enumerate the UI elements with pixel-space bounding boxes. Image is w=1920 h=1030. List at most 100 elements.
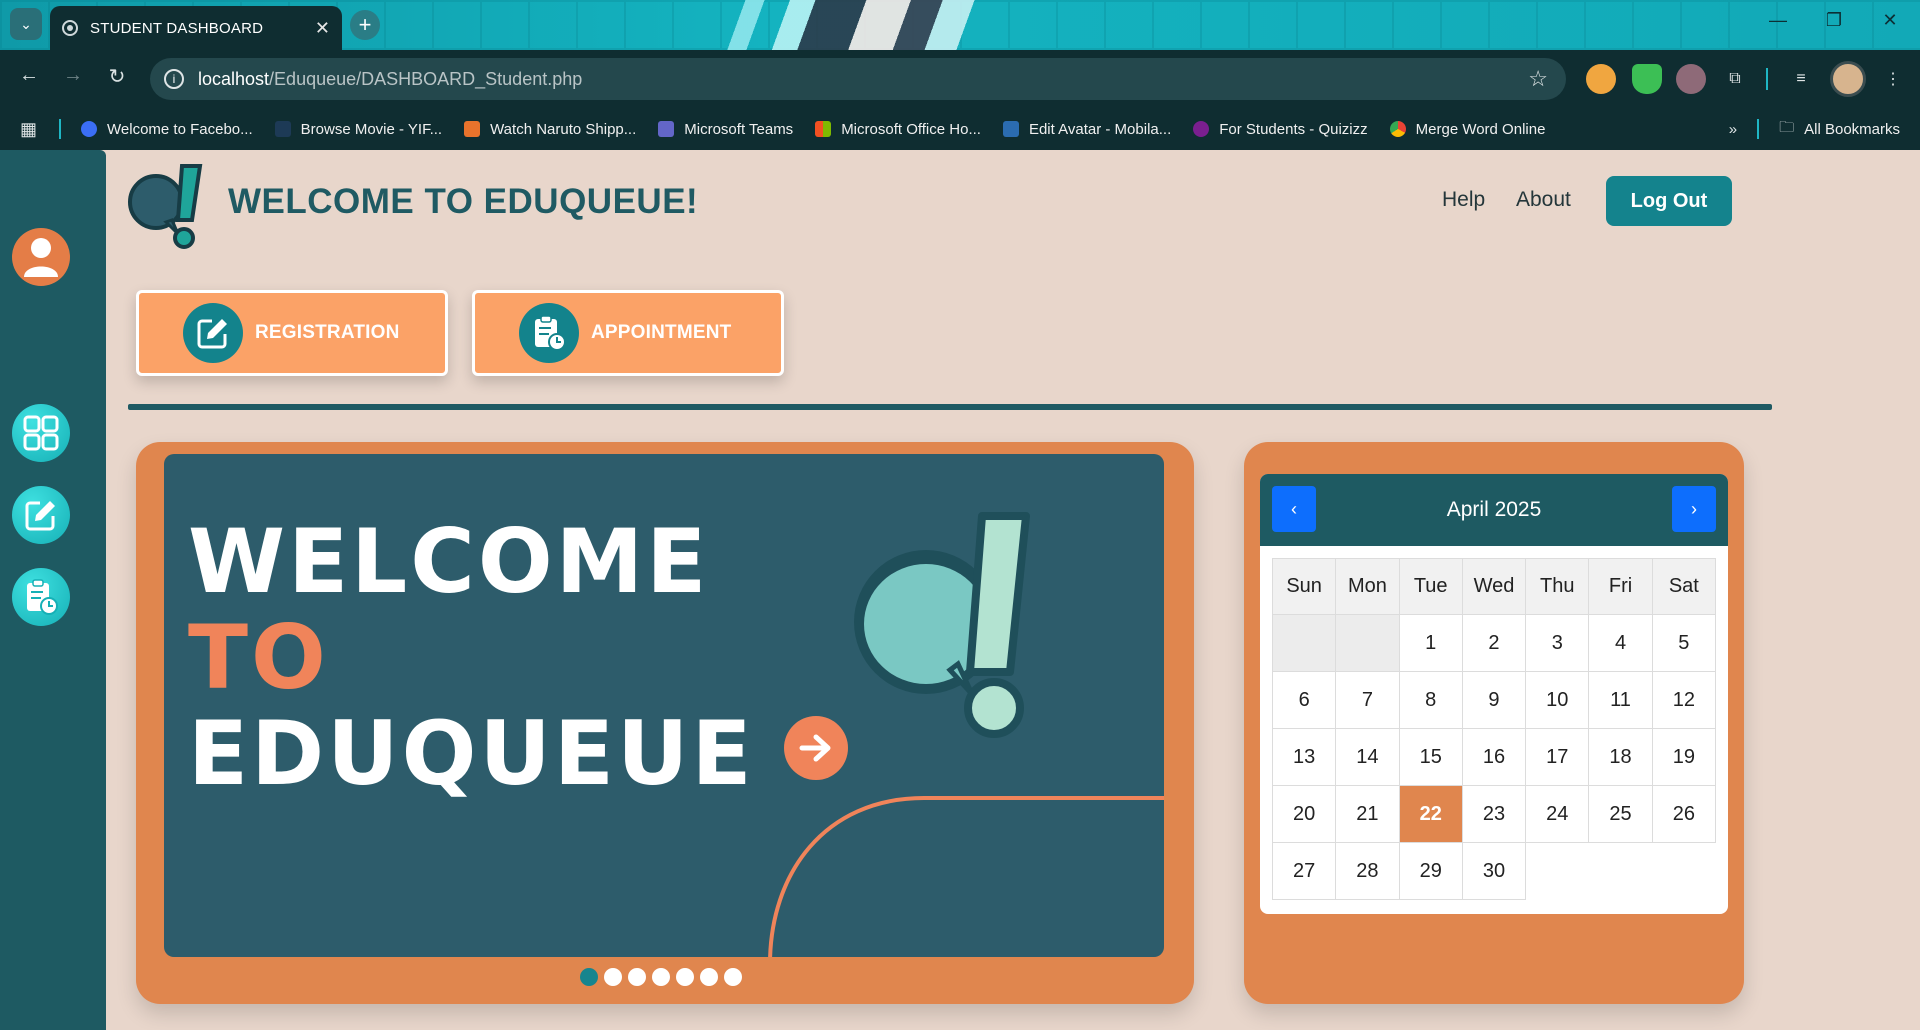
calendar-day[interactable]: 20 [1271, 785, 1337, 843]
teams-icon [658, 121, 675, 137]
page-title: WELCOME TO EDUQUEUE! [228, 182, 699, 221]
calendar-day[interactable]: 24 [1525, 785, 1590, 843]
slider-dots [580, 968, 742, 986]
calendar-day[interactable]: 21 [1335, 785, 1400, 843]
slider-dot[interactable] [676, 968, 694, 986]
appointment-button[interactable]: APPOINTMENT [472, 290, 784, 376]
more-bookmarks-icon[interactable]: » [1729, 121, 1737, 138]
tab-student-dashboard[interactable]: STUDENT DASHBOARD ✕ [50, 6, 342, 50]
calendar-day[interactable]: 13 [1271, 728, 1337, 786]
calendar-day[interactable]: 5 [1651, 614, 1717, 672]
menu-kebab-icon[interactable]: ⋮ [1878, 64, 1908, 94]
browser-tab-strip: ⌄ STUDENT DASHBOARD ✕ + — ❐ ✕ [0, 0, 1920, 50]
slider-dot[interactable] [724, 968, 742, 986]
calendar-empty-cell [1271, 614, 1337, 672]
bookmark-item[interactable]: Browse Movie - YIF... [274, 121, 442, 138]
bookmark-item[interactable]: For Students - Quizizz [1193, 121, 1368, 138]
shield-extension-icon[interactable] [1632, 64, 1662, 94]
slider-dot[interactable] [628, 968, 646, 986]
mobilabs-icon [1002, 121, 1019, 137]
all-bookmarks-link[interactable]: All Bookmarks [1804, 121, 1900, 138]
extension-icon[interactable] [1586, 64, 1616, 94]
weekday-header: Tue [1398, 558, 1463, 615]
calendar-day[interactable]: 28 [1335, 842, 1400, 900]
arrow-right-icon[interactable] [784, 716, 848, 780]
close-window-button[interactable]: ✕ [1870, 10, 1910, 31]
profile-avatar-button[interactable] [12, 228, 70, 286]
forward-button[interactable]: → [58, 64, 88, 87]
microsoft-icon [815, 121, 832, 137]
calendar-empty-cell [1335, 614, 1400, 672]
url-path: /Eduqueue/DASHBOARD_Student.php [269, 68, 583, 89]
calendar-day[interactable]: 30 [1461, 842, 1527, 900]
calendar-day-today[interactable]: 22 [1398, 785, 1463, 843]
user-icon [24, 238, 58, 277]
puzzle-icon[interactable]: ⧉ [1720, 64, 1750, 94]
calendar-day[interactable]: 8 [1398, 671, 1463, 729]
registration-button[interactable]: REGISTRATION [136, 290, 448, 376]
address-bar[interactable]: i localhost/Eduqueue/DASHBOARD_Student.p… [150, 58, 1566, 100]
minimize-button[interactable]: — [1758, 10, 1798, 31]
banner-slider: WELCOME TO EDUQUEUE [136, 442, 1194, 1004]
slider-dot[interactable] [604, 968, 622, 986]
close-tab-icon[interactable]: ✕ [315, 18, 330, 39]
sidebar-dashboard-button[interactable] [12, 404, 70, 462]
bookmark-item[interactable]: Microsoft Office Ho... [815, 121, 981, 138]
calendar-day[interactable]: 11 [1588, 671, 1653, 729]
slider-dot[interactable] [652, 968, 670, 986]
apps-grid-icon[interactable]: ▦ [20, 119, 37, 140]
logout-button[interactable]: Log Out [1606, 176, 1732, 226]
yify-icon [274, 121, 291, 137]
calendar-day[interactable]: 16 [1461, 728, 1527, 786]
calendar-day[interactable]: 23 [1461, 785, 1527, 843]
about-link[interactable]: About [1516, 188, 1571, 212]
reload-button[interactable]: ↻ [102, 64, 132, 89]
calendar-day[interactable]: 7 [1335, 671, 1400, 729]
restore-button[interactable]: ❐ [1814, 10, 1854, 31]
new-tab-button[interactable]: + [350, 10, 380, 40]
calendar-day[interactable]: 1 [1398, 614, 1463, 672]
bookmark-separator [1757, 119, 1760, 139]
calendar-day[interactable]: 17 [1525, 728, 1590, 786]
next-month-button[interactable]: › [1672, 486, 1716, 532]
calendar-empty-cell [1525, 842, 1589, 900]
bookmark-item[interactable]: Watch Naruto Shipp... [464, 121, 636, 138]
bookmark-label: Microsoft Office Ho... [841, 120, 981, 138]
banner-line-to: TO [188, 606, 329, 709]
calendar-day[interactable]: 18 [1588, 728, 1653, 786]
media-control-icon[interactable]: ≡ [1786, 64, 1816, 94]
calendar-day[interactable]: 15 [1398, 728, 1463, 786]
back-button[interactable]: ← [14, 64, 44, 87]
calendar-day[interactable]: 6 [1271, 671, 1337, 729]
week-row: 27 28 29 30 [1271, 842, 1716, 900]
bookmark-star-icon[interactable]: ☆ [1528, 66, 1548, 92]
bookmark-item[interactable]: Merge Word Online [1389, 121, 1545, 138]
bookmark-item[interactable]: Welcome to Facebo... [81, 121, 253, 138]
calendar-day[interactable]: 4 [1588, 614, 1653, 672]
sidebar-registration-button[interactable] [12, 486, 70, 544]
calendar-day[interactable]: 9 [1461, 671, 1527, 729]
calendar-day[interactable]: 3 [1525, 614, 1590, 672]
theme-artwork [720, 0, 1020, 50]
slider-dot[interactable] [580, 968, 598, 986]
calendar-day[interactable]: 10 [1525, 671, 1590, 729]
slider-dot[interactable] [700, 968, 718, 986]
sidebar-appointment-button[interactable] [12, 568, 70, 626]
calendar-day[interactable]: 26 [1651, 785, 1717, 843]
calendar-day[interactable]: 2 [1461, 614, 1527, 672]
site-info-icon[interactable]: i [164, 69, 184, 89]
calendar-day[interactable]: 19 [1651, 728, 1717, 786]
prev-month-button[interactable]: ‹ [1272, 486, 1316, 532]
bookmark-item[interactable]: Microsoft Teams [658, 121, 793, 138]
avatar-extension-icon[interactable] [1676, 64, 1706, 94]
calendar-day[interactable]: 29 [1398, 842, 1463, 900]
edit-icon [25, 501, 55, 531]
calendar-day[interactable]: 12 [1651, 671, 1717, 729]
tab-search-button[interactable]: ⌄ [10, 8, 42, 40]
bookmark-item[interactable]: Edit Avatar - Mobila... [1002, 121, 1171, 138]
profile-avatar[interactable] [1830, 61, 1866, 97]
help-link[interactable]: Help [1442, 188, 1485, 212]
calendar-day[interactable]: 25 [1588, 785, 1653, 843]
calendar-day[interactable]: 14 [1335, 728, 1400, 786]
calendar-day[interactable]: 27 [1271, 842, 1337, 900]
